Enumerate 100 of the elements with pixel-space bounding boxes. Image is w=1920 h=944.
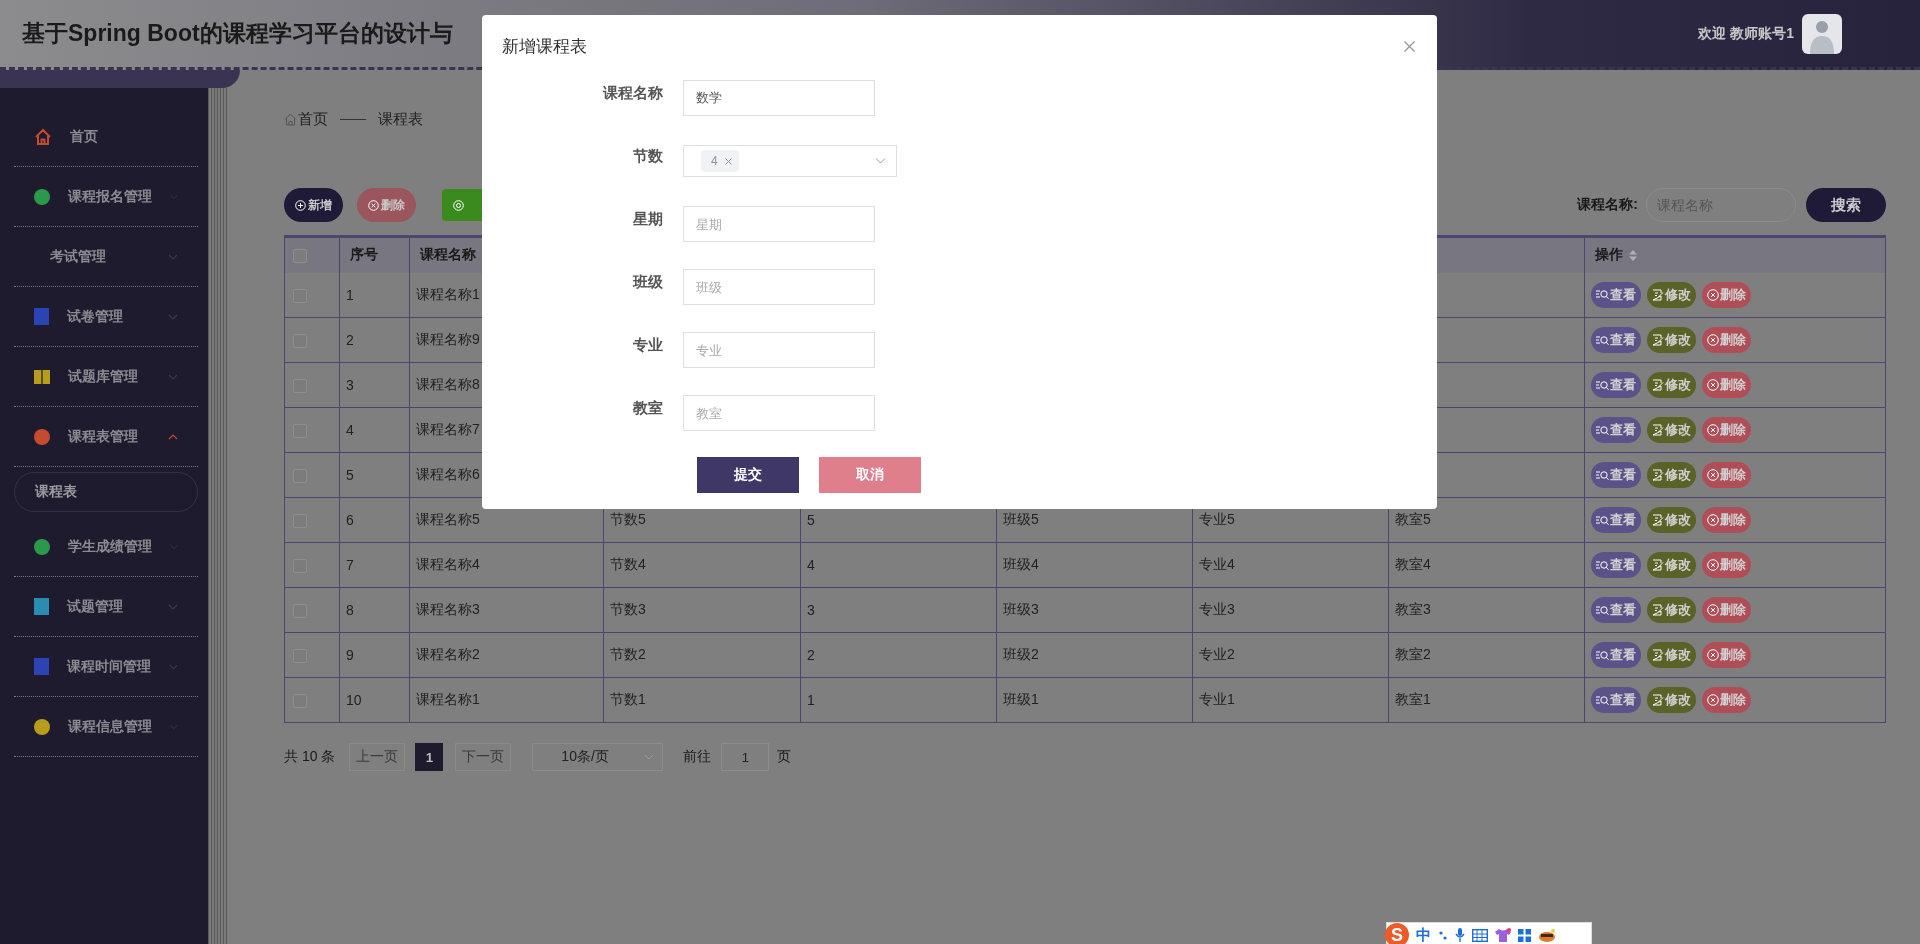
- delete-button[interactable]: 删除: [1702, 462, 1751, 488]
- field-label: 教室: [632, 398, 664, 418]
- shirt-icon[interactable]: [1495, 928, 1511, 942]
- delete-button[interactable]: 删除: [1702, 417, 1751, 443]
- welcome-text: 欢迎 教师账号1: [1698, 24, 1794, 43]
- table-cell: 专业3: [1199, 601, 1235, 617]
- list-search-icon: [1596, 289, 1609, 301]
- target-icon: [453, 199, 464, 211]
- page-input[interactable]: 1: [721, 743, 770, 771]
- table-cell: 班级3: [1003, 601, 1039, 617]
- sidebar-item[interactable]: 考试管理: [14, 227, 198, 287]
- sidebar-item[interactable]: 试题管理: [14, 577, 198, 637]
- delete-button[interactable]: 删除: [1702, 687, 1751, 713]
- punctuation-icon[interactable]: [1438, 929, 1448, 941]
- sidebar-item[interactable]: 课程报名管理: [14, 167, 198, 227]
- search-button[interactable]: 搜索: [1806, 188, 1886, 222]
- sidebar-item[interactable]: 课程信息管理: [14, 697, 198, 757]
- table-cell: 班级5: [1003, 511, 1039, 527]
- edit-icon: [1652, 288, 1664, 301]
- edit-button[interactable]: 修改: [1647, 417, 1696, 443]
- sort-icon[interactable]: [1629, 249, 1637, 261]
- sidebar-item[interactable]: 课程时间管理: [14, 637, 198, 697]
- breadcrumb-current: 课程表: [378, 109, 423, 129]
- cancel-button[interactable]: 取消: [819, 457, 921, 493]
- page-size-select[interactable]: 10条/页: [532, 743, 664, 771]
- page-number[interactable]: 1: [415, 743, 444, 771]
- view-button[interactable]: 查看: [1591, 597, 1641, 623]
- delete-button[interactable]: 删除: [1702, 642, 1751, 668]
- select-all-checkbox[interactable]: [293, 249, 307, 264]
- field-label: 星期: [632, 209, 664, 229]
- edit-button[interactable]: 修改: [1647, 507, 1696, 533]
- delete-button[interactable]: 删除: [1702, 552, 1751, 578]
- delete-button[interactable]: 删除: [1702, 281, 1751, 308]
- table-cell: 教室1: [1395, 691, 1431, 707]
- input-field[interactable]: 专业: [683, 332, 875, 368]
- view-button[interactable]: 查看: [1591, 507, 1641, 533]
- edit-icon: [1652, 694, 1664, 706]
- edit-icon: [1652, 334, 1664, 346]
- view-button[interactable]: 查看: [1591, 462, 1641, 488]
- table-cell: 班级2: [1003, 646, 1039, 662]
- table-cell: 8: [346, 602, 354, 618]
- edit-button[interactable]: 修改: [1647, 462, 1696, 488]
- input-field[interactable]: 星期: [683, 206, 875, 242]
- keyboard-icon[interactable]: [1472, 928, 1488, 942]
- sidebar-item[interactable]: 试卷管理: [14, 287, 198, 347]
- view-button[interactable]: 查看: [1591, 327, 1641, 353]
- delete-button[interactable]: 删除: [1702, 327, 1751, 353]
- ime-logo[interactable]: S: [1385, 923, 1409, 944]
- delete-button[interactable]: 删除: [1702, 597, 1751, 623]
- circle-icon: [34, 718, 50, 735]
- table-cell: 6: [346, 512, 354, 528]
- field-label: 专业: [632, 335, 664, 355]
- view-button[interactable]: 查看: [1591, 552, 1641, 578]
- goto-suffix: 页: [777, 748, 792, 766]
- edit-button[interactable]: 修改: [1647, 281, 1696, 308]
- avatar[interactable]: [1802, 13, 1842, 54]
- close-icon[interactable]: [1404, 40, 1415, 52]
- sidebar-item[interactable]: 课程表管理: [14, 407, 198, 467]
- column-header: 序号: [350, 246, 378, 265]
- sidebar-item[interactable]: 学生成绩管理: [14, 517, 198, 577]
- input-field[interactable]: 数学: [683, 80, 875, 116]
- delete-button[interactable]: 删除: [1702, 372, 1751, 398]
- select-field[interactable]: 4: [683, 145, 897, 177]
- edit-button[interactable]: 修改: [1647, 597, 1696, 623]
- delete-button[interactable]: 删除: [1702, 507, 1751, 533]
- input-field[interactable]: 班级: [683, 269, 875, 305]
- view-button[interactable]: 查看: [1591, 281, 1641, 308]
- edit-icon: [1652, 604, 1664, 616]
- input-field[interactable]: 教室: [683, 395, 875, 431]
- ime-mode[interactable]: 中: [1416, 925, 1431, 944]
- edit-icon: [1652, 469, 1664, 481]
- mascot-icon[interactable]: [1538, 928, 1556, 942]
- microphone-icon[interactable]: [1455, 928, 1465, 942]
- view-button[interactable]: 查看: [1591, 372, 1641, 398]
- sidebar-item[interactable]: 首页: [14, 107, 198, 167]
- table-cell: 节数1: [610, 691, 646, 707]
- table-cell: 课程名称8: [416, 376, 480, 392]
- add-button[interactable]: 新增: [284, 188, 343, 222]
- grid-icon[interactable]: [1518, 928, 1531, 942]
- table-cell: 课程名称3: [416, 601, 480, 617]
- edit-button[interactable]: 修改: [1647, 327, 1696, 353]
- edit-button[interactable]: 修改: [1647, 687, 1696, 713]
- sidebar-item[interactable]: 试题库管理: [14, 347, 198, 407]
- edit-icon: [1652, 379, 1664, 391]
- breadcrumb-link[interactable]: 首页: [298, 109, 328, 129]
- table-cell: 10: [346, 692, 362, 708]
- edit-icon: [1652, 514, 1664, 526]
- edit-button[interactable]: 修改: [1647, 552, 1696, 578]
- edit-button[interactable]: 修改: [1647, 642, 1696, 668]
- close-icon[interactable]: [724, 157, 732, 165]
- x-circle-icon: [1707, 379, 1719, 391]
- view-button[interactable]: 查看: [1591, 417, 1641, 443]
- circle-icon: [34, 538, 50, 555]
- submit-button[interactable]: 提交: [697, 457, 799, 493]
- view-button[interactable]: 查看: [1591, 687, 1641, 713]
- x-circle-icon: [1707, 559, 1719, 571]
- edit-button[interactable]: 修改: [1647, 372, 1696, 398]
- table-cell: 节数3: [610, 601, 646, 617]
- view-button[interactable]: 查看: [1591, 642, 1641, 668]
- delete-button[interactable]: 删除: [357, 188, 416, 222]
